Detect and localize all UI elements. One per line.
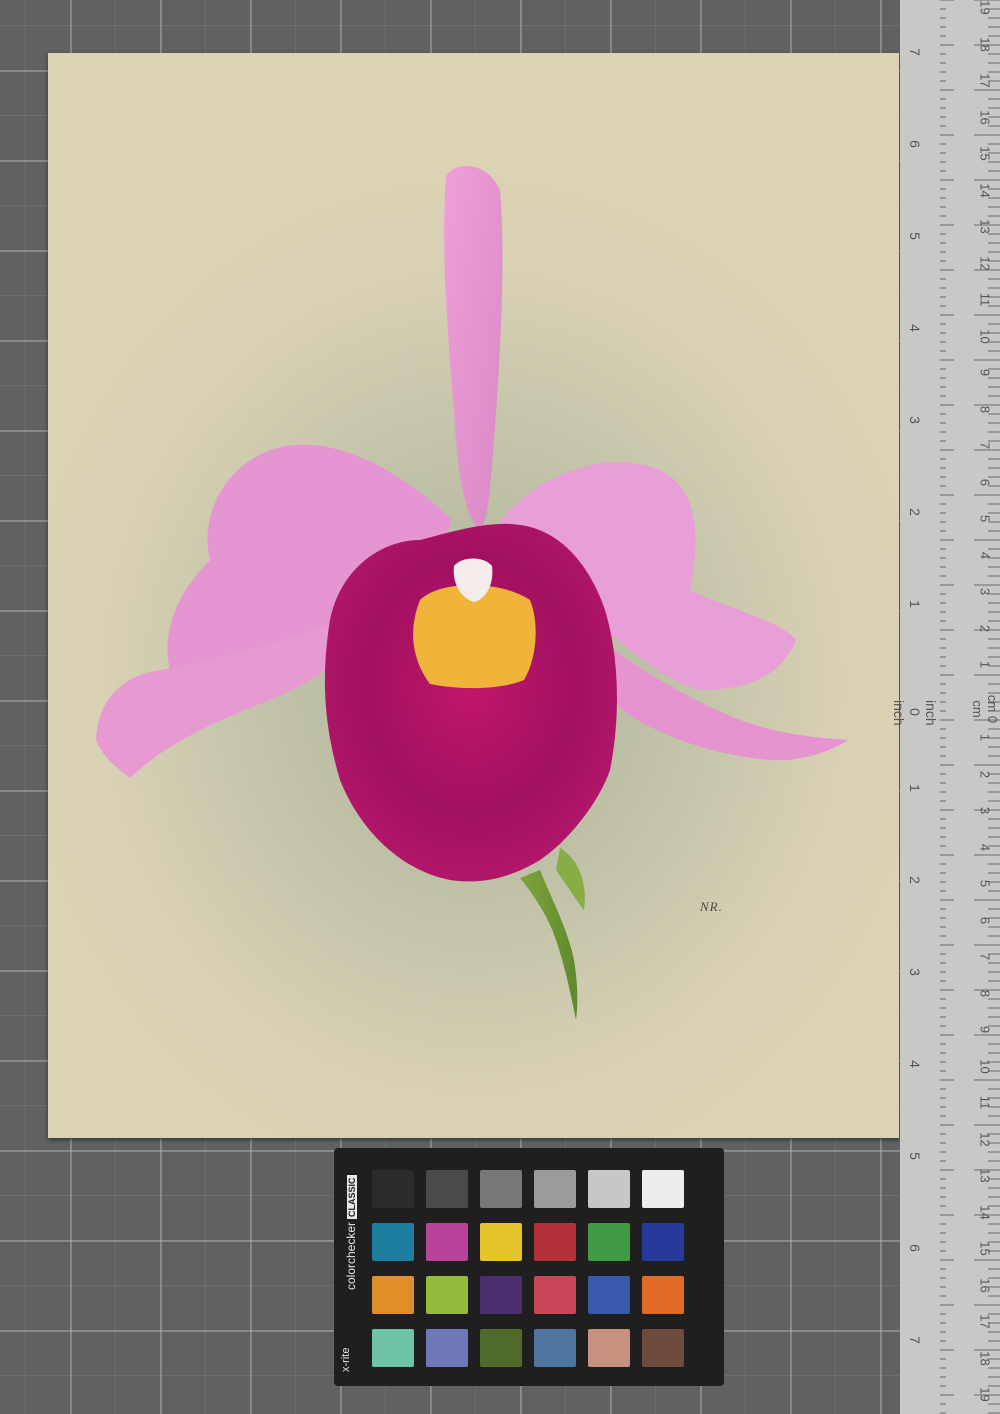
ruler-cm-label: 18: [977, 1350, 993, 1366]
orchid-bract: [556, 848, 585, 910]
ruler-cm-label: 5: [977, 514, 993, 523]
ruler-cm-label: 14: [977, 182, 993, 198]
ruler-inch-label: 4: [907, 1060, 923, 1068]
color-patch: [426, 1276, 468, 1314]
ruler-cm-label: 6: [977, 916, 993, 924]
ruler-inch-label: 1: [907, 784, 923, 792]
ruler-cm-label: 15: [977, 1241, 993, 1256]
ruler-cm-label: 5: [977, 879, 993, 888]
color-patch: [642, 1329, 684, 1367]
ruler-inch-label: inch 0 inch: [891, 700, 939, 726]
ruler-cm-label: 4: [977, 843, 993, 851]
ruler-cm-label: 3: [977, 806, 993, 815]
ruler-cm-label: 9: [977, 1025, 993, 1034]
ruler-cm-label: 2: [977, 770, 993, 778]
ruler-inch-label: 3: [907, 968, 923, 976]
ruler-cm-label: 13: [977, 219, 993, 234]
color-patch: [426, 1170, 468, 1208]
ruler-inch-label: 4: [907, 324, 923, 332]
ruler-cm-label: 11: [977, 1095, 993, 1110]
ruler-cm-label: 12: [977, 255, 993, 271]
ruler-inch-label: 3: [907, 416, 923, 424]
ruler-inch-label: 5: [907, 1152, 923, 1160]
dorsal-sepal: [444, 165, 503, 531]
ruler-inch-label: 1: [907, 600, 923, 608]
ruler-cm-label: 8: [977, 405, 993, 413]
ruler-cm-label: 17: [977, 73, 993, 88]
color-patch: [372, 1223, 414, 1261]
color-patch: [426, 1329, 468, 1367]
ruler-cm-label: 15: [977, 146, 993, 161]
ruler-cm-label: 19: [977, 0, 993, 15]
ruler-cm-label: 11: [977, 292, 993, 307]
ruler-cm-label: 13: [977, 1168, 993, 1183]
ruler-cm-label: 3: [977, 587, 993, 596]
color-patch: [426, 1223, 468, 1261]
ruler-cm-label: 6: [977, 478, 993, 486]
ruler-inch-label: 6: [907, 1244, 923, 1252]
color-patch: [642, 1276, 684, 1314]
ruler-inch-label: 7: [907, 48, 923, 56]
ruler-inch-label: 6: [907, 140, 923, 148]
ruler-cm-label: 10: [977, 1058, 993, 1074]
ruler-cm-label: cm 0 cm: [970, 694, 1000, 723]
ruler-cm-label: 18: [977, 36, 993, 52]
orchid-stem: [520, 870, 578, 1020]
color-patch: [372, 1329, 414, 1367]
color-patch: [480, 1329, 522, 1367]
ruler-cm-label: 2: [977, 624, 993, 632]
ruler-inch-label: 2: [907, 508, 923, 516]
color-checker-card: [334, 1148, 724, 1386]
color-checker-brand: colorcheckerCLASSIC: [344, 1175, 358, 1290]
color-patch: [480, 1170, 522, 1208]
ruler-cm-label: 16: [977, 1277, 993, 1293]
color-patch: [372, 1276, 414, 1314]
ruler-cm-label: 7: [977, 952, 993, 961]
color-patch: [642, 1170, 684, 1208]
ruler-cm-label: 8: [977, 989, 993, 997]
ruler-inch-label: 2: [907, 876, 923, 884]
ruler-cm-label: 19: [977, 1387, 993, 1402]
color-patch: [480, 1276, 522, 1314]
ruler-cm-label: 1: [977, 660, 993, 669]
color-patch: [534, 1170, 576, 1208]
ruler-inch-label: 5: [907, 232, 923, 240]
xrite-logo: x-rite: [340, 1347, 352, 1372]
ruler-cm-label: 9: [977, 368, 993, 377]
color-patch: [588, 1329, 630, 1367]
color-patch: [372, 1170, 414, 1208]
color-patch: [480, 1223, 522, 1261]
ruler-inch-label: 7: [907, 1336, 923, 1344]
ruler-cm-label: 1: [977, 733, 993, 742]
ruler-cm-label: 16: [977, 109, 993, 125]
color-patch: [534, 1329, 576, 1367]
color-patch: [588, 1223, 630, 1261]
ruler-cm-label: 7: [977, 441, 993, 450]
ruler-cm-label: 10: [977, 328, 993, 344]
ruler-cm-label: 17: [977, 1314, 993, 1329]
ruler-cm-label: 14: [977, 1204, 993, 1220]
color-patch: [588, 1170, 630, 1208]
color-patch: [534, 1223, 576, 1261]
color-patch: [534, 1276, 576, 1314]
color-patch: [642, 1223, 684, 1261]
color-patch: [588, 1276, 630, 1314]
ruler-cm-label: 4: [977, 551, 993, 559]
ruler-cm-label: 12: [977, 1131, 993, 1147]
